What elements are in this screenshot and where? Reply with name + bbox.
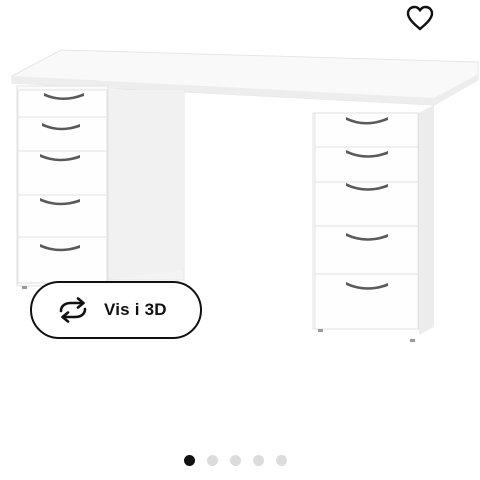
carousel-dot[interactable]	[183, 454, 195, 466]
view-in-3d-label: Vis i 3D	[104, 300, 167, 319]
view-in-3d-button[interactable]: Vis i 3D	[30, 281, 202, 339]
carousel-dot[interactable]	[206, 454, 218, 466]
heart-icon	[406, 5, 434, 31]
desk-with-drawers-image	[11, 49, 479, 342]
product-image-area	[0, 0, 480, 440]
rotate-3d-icon	[56, 296, 90, 324]
carousel-dot[interactable]	[275, 454, 287, 466]
favourite-button[interactable]	[400, 0, 440, 36]
carousel-indicator	[0, 453, 480, 467]
carousel-dot[interactable]	[229, 454, 241, 466]
carousel-dot[interactable]	[252, 454, 264, 466]
